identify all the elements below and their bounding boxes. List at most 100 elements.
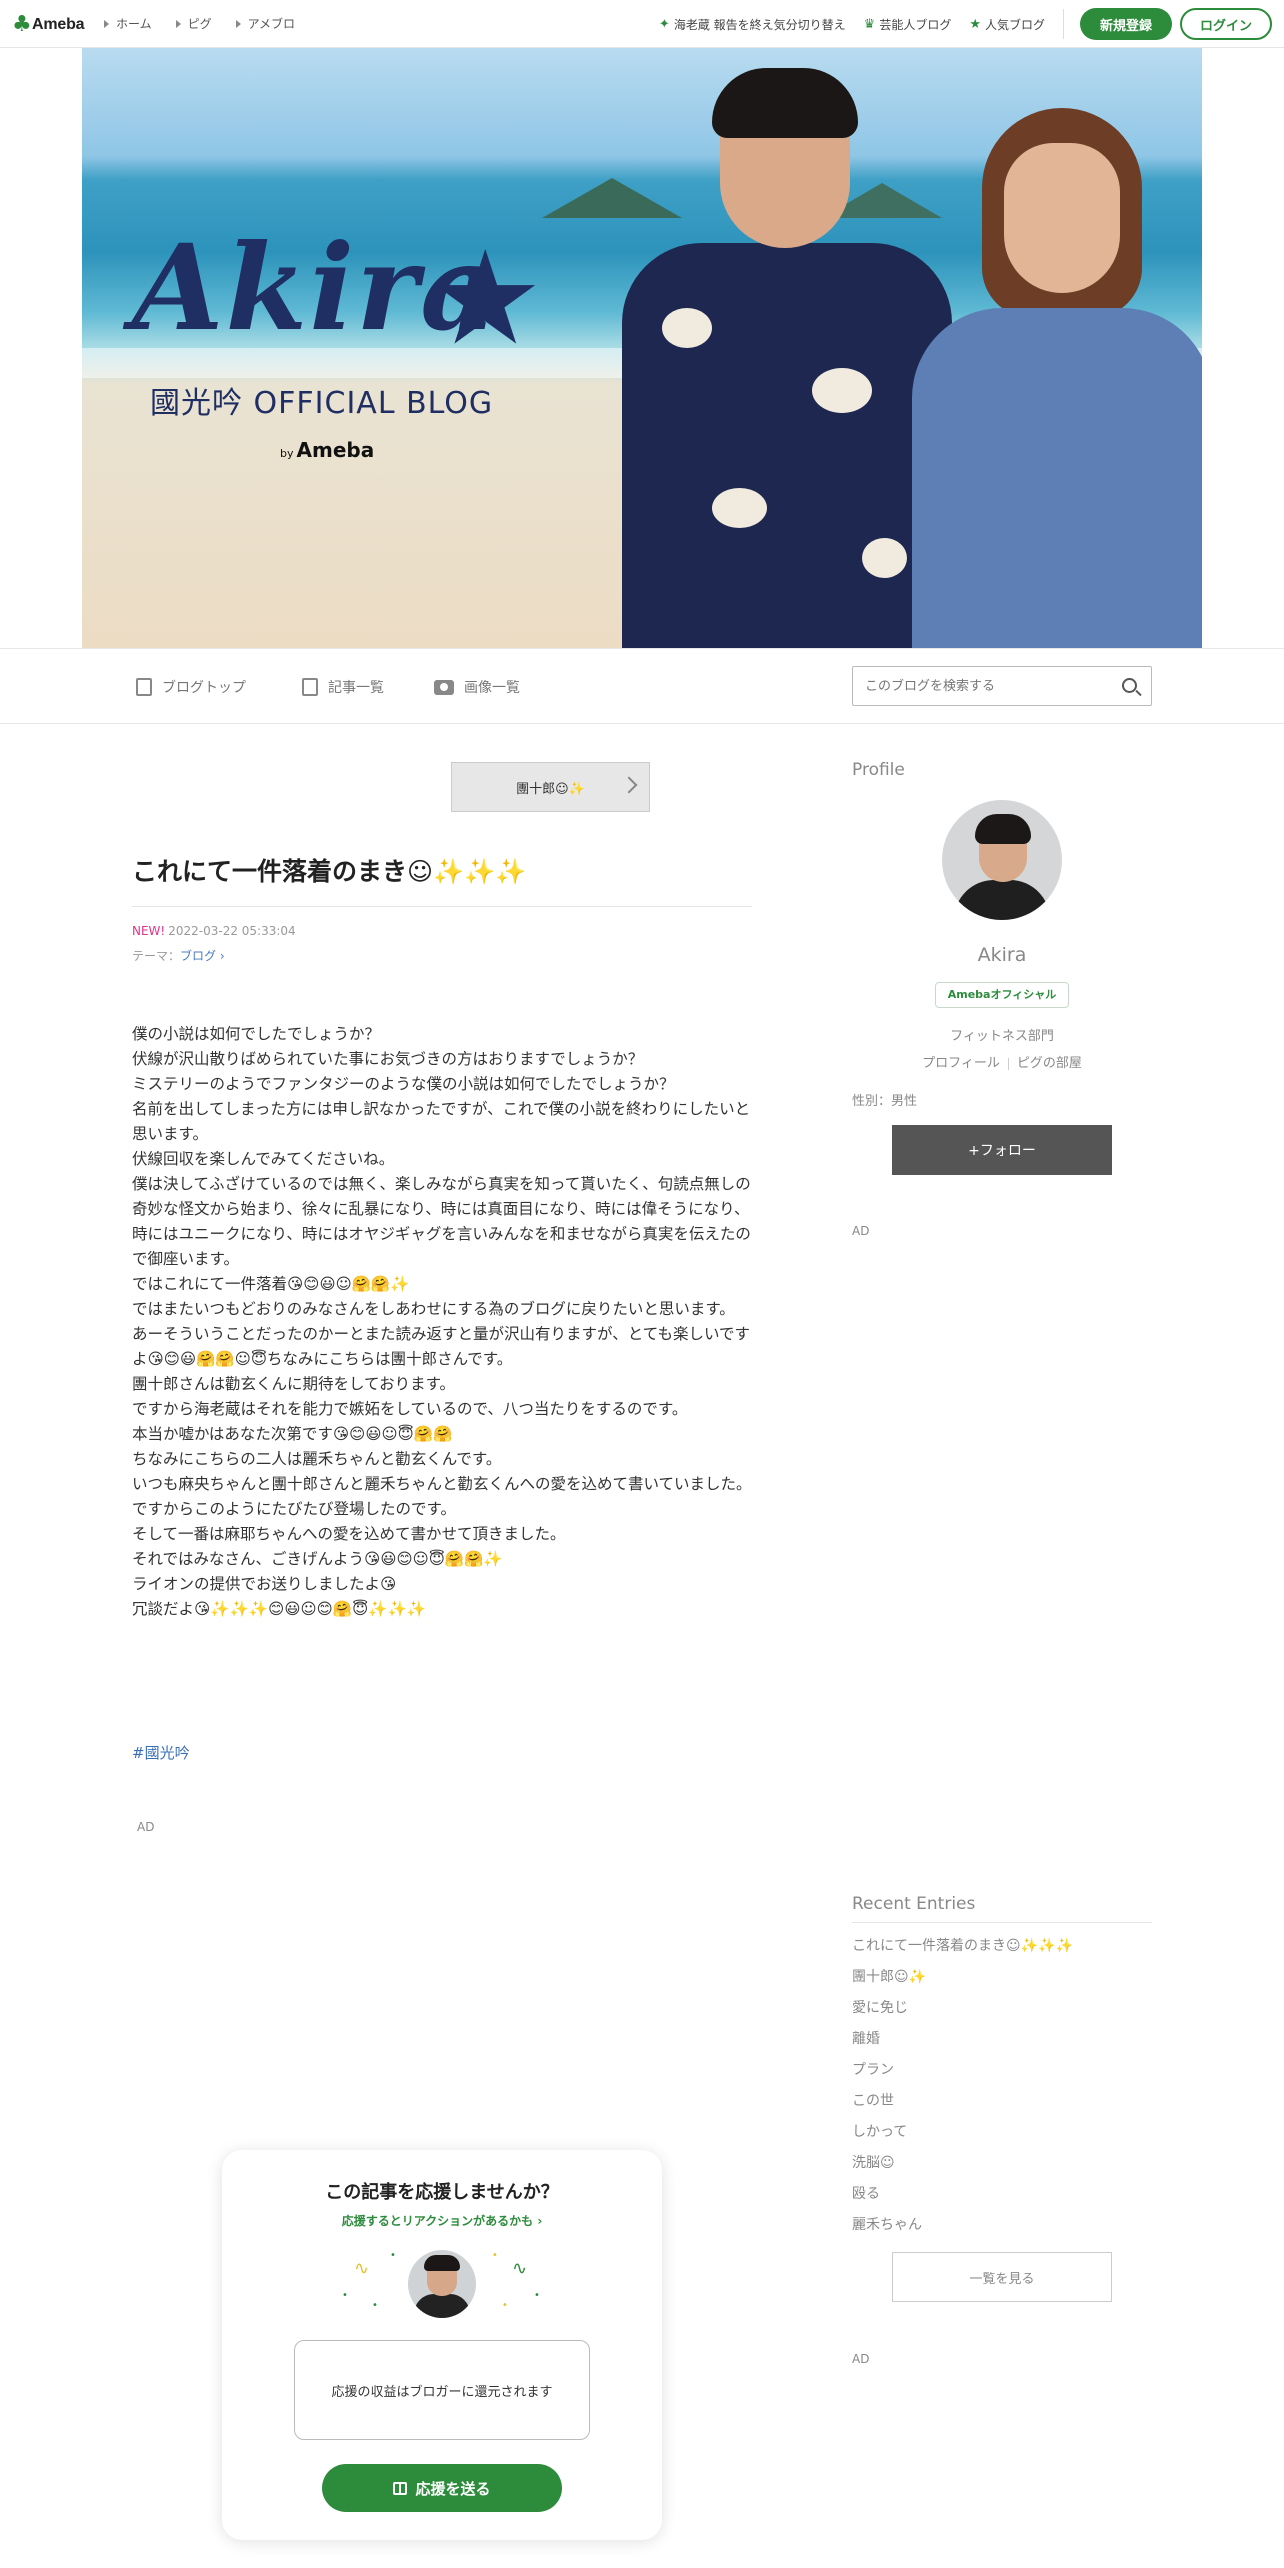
profile-heading: Profile [852, 760, 905, 780]
ad-label: AD [852, 1224, 870, 1238]
sparkle-icon: ✦ [658, 16, 670, 32]
nav-home[interactable]: ホーム [104, 15, 152, 32]
recent-entry-link[interactable]: 殴る [852, 2184, 1152, 2215]
nav-pigg[interactable]: ピグ [175, 15, 212, 32]
entry-paragraph: 團十郎さんは勸玄くんに期待をしております。 [132, 1375, 456, 1393]
recent-entry-link[interactable]: 愛に免じ [852, 1998, 1152, 2029]
register-button[interactable]: 新規登録 [1080, 8, 1172, 40]
crown-icon: ♛ [863, 16, 876, 32]
send-support-button[interactable]: 応援を送る [322, 2464, 562, 2512]
blue-dress [912, 308, 1202, 648]
entry-paragraph: ライオンの提供でお送りしましたよ😘 [132, 1575, 397, 1593]
entry-body: 僕の小説は如何でしたでしょうか？ 伏線が沢山散りばめられていた事にお気づきの方は… [132, 1022, 754, 1622]
recent-entry-link[interactable]: 團十郎☺✨ [852, 1967, 1152, 1998]
blog-nav-bar: ブログトップ 記事一覧 画像一覧 [0, 648, 1284, 724]
woman-photo [912, 108, 1202, 648]
nav-ameblo[interactable]: アメブロ [235, 15, 295, 32]
entry-meta: NEW! 2022-03-22 05:33:04 [132, 924, 296, 938]
recent-entry-link[interactable]: 洗脳☺ [852, 2153, 1152, 2184]
profile-name[interactable]: Akira [852, 944, 1152, 966]
flower-pattern [812, 368, 872, 413]
man-hair [712, 68, 858, 138]
entry-date: 2022-03-22 05:33:04 [168, 924, 296, 938]
ad-label: AD [852, 2352, 870, 2366]
recent-entries-heading: Recent Entries [852, 1894, 976, 1914]
chevron-right-icon [620, 776, 638, 794]
ameba-logo[interactable]: ♣ Ameba [12, 12, 85, 38]
profile-avatar[interactable] [942, 800, 1062, 920]
entry-paragraph: そして一番は麻耶ちゃんへの愛を込めて書かせて頂きました。 [132, 1525, 566, 1543]
support-info-link[interactable]: 応援するとリアクションがあるかも › [222, 2212, 662, 2229]
celebrity-blog-link[interactable]: ♛ 芸能人ブログ [864, 16, 952, 33]
entry-paragraph: 僕は決してふざけているのでは無く、楽しみながら真実を知って貰いたく、句読点無しの… [132, 1175, 751, 1268]
confetti-icon: • [372, 2300, 378, 2311]
view-all-entries-button[interactable]: 一覧を見る [892, 2252, 1112, 2302]
recent-entry-link[interactable]: しかって [852, 2122, 1152, 2153]
entry-paragraph: ミステリーのようでファンタジーのような僕の小説は如何でしたでしょうか？ [132, 1075, 675, 1093]
pigg-room-link[interactable]: ピグの部屋 [1017, 1056, 1082, 1071]
camera-icon [434, 679, 454, 695]
entry-paragraph: 伏線回収を楽しんでみてくださいね。 [132, 1150, 395, 1168]
recent-entry-link[interactable]: これにて一件落着のまき☺✨✨✨ [852, 1936, 1152, 1967]
blogger-avatar [408, 2250, 476, 2318]
gift-icon [393, 2481, 408, 2495]
recent-entry-link[interactable]: この世 [852, 2091, 1152, 2122]
recent-entry-link[interactable]: 麗禾ちゃん [852, 2215, 1152, 2246]
hashtag-link[interactable]: #國光吟 [132, 1742, 190, 1763]
man-photo [602, 68, 962, 648]
confetti-icon: • [502, 2300, 508, 2311]
confetti-icon: • [390, 2250, 396, 2261]
caret-right-icon [175, 19, 181, 28]
link-divider [1007, 1057, 1009, 1070]
official-badge[interactable]: Amebaオフィシャル [935, 982, 1069, 1008]
chevron-right-icon: › [216, 949, 225, 963]
entry-list-link[interactable]: 記事一覧 [302, 677, 384, 697]
blog-top-link[interactable]: ブログトップ [136, 677, 246, 697]
blog-search [852, 666, 1152, 706]
star-icon: ★ [427, 222, 544, 374]
profile-links: プロフィール ピグの部屋 [852, 1052, 1152, 1071]
support-notice: 応援の収益はブロガーに還元されます [294, 2340, 590, 2440]
entry-theme: テーマ：ブログ › [132, 949, 225, 963]
entry-paragraph: 本当か嘘かはあなた次第です😘😊😃☺😇🤗🤗 [132, 1425, 453, 1443]
ameba-mascot-icon: ♣ [12, 12, 32, 37]
heading-divider [852, 1922, 1152, 1923]
news-link[interactable]: ✦ 海老蔵 報告を終え気分切り替え [659, 16, 846, 33]
flower-pattern [662, 308, 712, 348]
star-icon: ★ [969, 16, 981, 32]
image-list-link[interactable]: 画像一覧 [434, 677, 520, 697]
entry-title[interactable]: これにて一件落着のまき☺✨✨✨ [132, 852, 752, 907]
ad-label: AD [137, 1820, 155, 1834]
profile-gender: 性別：男性 [852, 1094, 918, 1109]
next-entry-button[interactable]: 團十郎☺✨ [451, 762, 650, 812]
flower-pattern [712, 488, 767, 528]
search-icon[interactable] [1122, 678, 1137, 693]
blog-top-icon [136, 678, 152, 696]
confetti-icon: • [342, 2290, 348, 2301]
recent-entries-list: これにて一件落着のまき☺✨✨✨ 團十郎☺✨ 愛に免じ 離婚 プラン この世 しか… [852, 1936, 1152, 2246]
logo-text: Ameba [32, 16, 85, 33]
new-badge: NEW! [132, 924, 166, 938]
recent-entry-link[interactable]: 離婚 [852, 2029, 1152, 2060]
popular-blog-link[interactable]: ★ 人気ブログ [969, 16, 1045, 33]
blog-subtitle: 國光吟 OFFICIAL BLOG [150, 386, 494, 421]
caret-right-icon [235, 19, 241, 28]
entry-paragraph: ちなみにこちらの二人は麗禾ちゃんと勸玄くんです。 [132, 1450, 502, 1468]
entry-paragraph: 伏線が沢山散りばめられていた事にお気づきの方はおりますでしょうか？ [132, 1050, 644, 1068]
support-question: この記事を応援しませんか？ [325, 2182, 559, 2203]
entry-paragraph: 名前を出してしまった方には申し訳なかったですが、これで僕の小説を終わりにしたいと… [132, 1100, 751, 1143]
login-button[interactable]: ログイン [1180, 8, 1272, 40]
follow-button[interactable]: +フォロー [892, 1125, 1112, 1175]
blog-search-input[interactable] [853, 667, 1103, 705]
confetti-icon: • [534, 2290, 540, 2301]
confetti-icon: • [492, 2250, 498, 2261]
aloha-shirt [622, 243, 952, 648]
recent-entry-link[interactable]: プラン [852, 2060, 1152, 2091]
profile-link[interactable]: プロフィール [922, 1056, 1000, 1071]
entry-paragraph: それではみなさん、ごきげんよう😘😃😊☺😇🤗🤗✨ [132, 1550, 503, 1568]
by-ameba-mark: by Ameba [280, 438, 375, 462]
theme-link[interactable]: ブログ [180, 949, 216, 963]
profile-category[interactable]: フィットネス部門 [852, 1025, 1152, 1044]
entry-paragraph: ではこれにて一件落着😘😊😃☺🤗🤗✨ [132, 1275, 410, 1293]
blog-header-image[interactable]: Akira ★ 國光吟 OFFICIAL BLOG by Ameba [82, 48, 1202, 648]
